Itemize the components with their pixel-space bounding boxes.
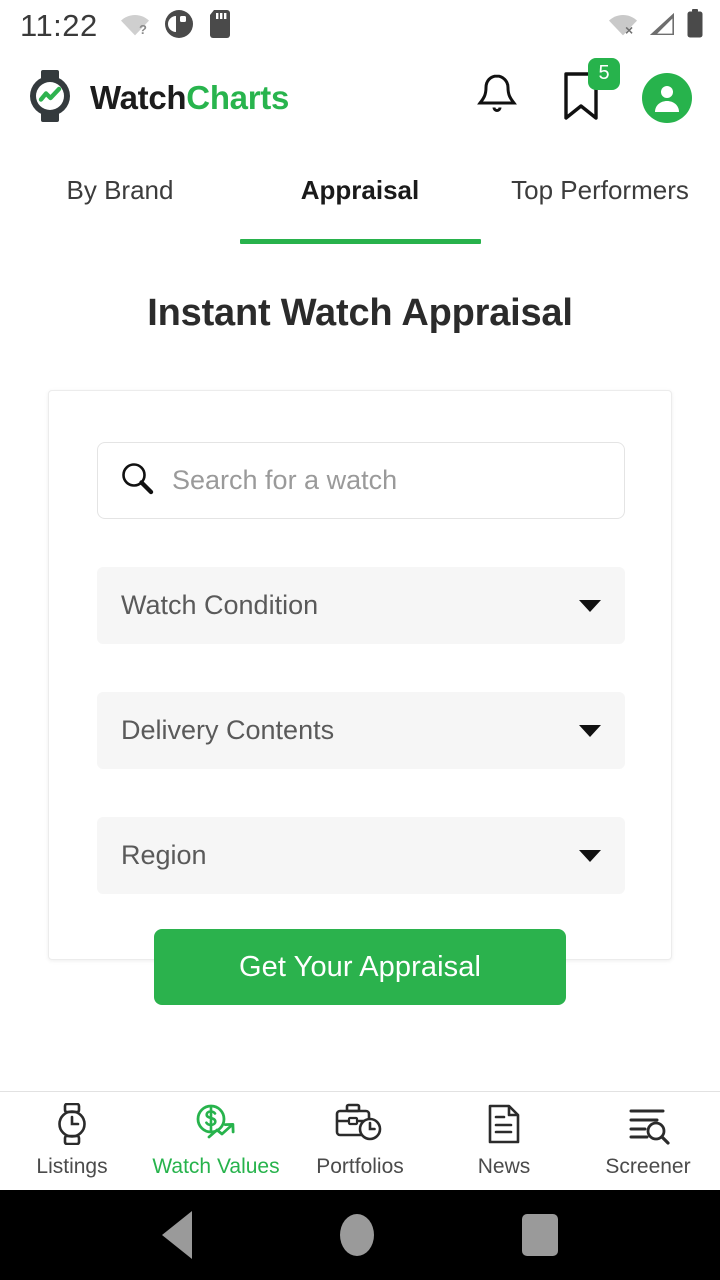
chevron-down-icon — [579, 599, 601, 612]
svg-text:?: ? — [139, 22, 147, 37]
cell-signal-icon — [647, 11, 677, 42]
nav-item-portfolios[interactable]: Portfolios — [288, 1103, 432, 1179]
page-title: Instant Watch Appraisal — [147, 292, 573, 334]
nav-item-screener-label: Screener — [605, 1155, 691, 1178]
bookmarks-button[interactable]: 5 — [560, 57, 620, 127]
brand-logo[interactable]: WatchCharts — [22, 68, 289, 129]
region-select[interactable]: Region — [97, 817, 625, 894]
watch-condition-select[interactable]: Watch Condition — [97, 567, 625, 644]
chevron-down-icon — [579, 849, 601, 862]
list-search-icon — [625, 1103, 671, 1145]
app-screen: 11:22 ? × WatchCharts 5 By Brand Apprais… — [0, 0, 720, 1280]
brand-name: WatchCharts — [90, 79, 289, 117]
svg-text:×: × — [625, 22, 633, 37]
notifications-button[interactable] — [474, 72, 520, 125]
watch-search-field[interactable] — [97, 442, 625, 519]
status-bar-clock: 11:22 — [20, 8, 98, 43]
nav-item-portfolios-label: Portfolios — [316, 1155, 404, 1178]
nav-item-watch-values[interactable]: Watch Values — [144, 1103, 288, 1179]
appraisal-form-card: Watch Condition Delivery Contents Region — [48, 390, 672, 960]
back-triangle-icon[interactable] — [162, 1211, 192, 1259]
app-header: WatchCharts 5 — [0, 52, 720, 144]
bell-icon — [474, 72, 520, 125]
status-bar: 11:22 ? × — [0, 0, 720, 52]
brand-name-watch: Watch — [90, 79, 187, 116]
recents-square-icon[interactable] — [522, 1214, 558, 1256]
section-tabs: By Brand Appraisal Top Performers — [0, 148, 720, 244]
watchcharts-logo-icon — [22, 68, 78, 129]
account-avatar-icon — [642, 73, 692, 123]
status-bar-right-icons: × — [608, 8, 704, 44]
sd-card-icon — [208, 9, 232, 44]
get-appraisal-button[interactable]: Get Your Appraisal — [154, 929, 566, 1005]
tab-by-brand[interactable]: By Brand — [0, 148, 240, 240]
delivery-contents-label: Delivery Contents — [121, 715, 335, 745]
chevron-down-icon — [579, 724, 601, 737]
nav-item-news[interactable]: News — [432, 1103, 576, 1179]
tab-top-performers-label: Top Performers — [511, 174, 689, 205]
briefcase-clock-icon — [334, 1103, 386, 1145]
account-button[interactable] — [642, 73, 692, 123]
region-label: Region — [121, 840, 207, 870]
system-navigation-bar — [0, 1190, 720, 1280]
dollar-trend-icon — [192, 1103, 240, 1145]
nav-item-screener[interactable]: Screener — [576, 1103, 720, 1179]
wifi-question-icon: ? — [120, 11, 150, 42]
bottom-navigation: Listings Watch Values Portfolios News Sc — [0, 1091, 720, 1190]
search-input[interactable] — [172, 465, 602, 496]
search-icon — [120, 461, 154, 500]
battery-icon — [686, 8, 704, 44]
watch-condition-label: Watch Condition — [121, 590, 319, 620]
delivery-contents-select[interactable]: Delivery Contents — [97, 692, 625, 769]
tab-by-brand-label: By Brand — [66, 174, 174, 205]
header-actions: 5 — [474, 57, 698, 127]
bookmarks-badge: 5 — [588, 57, 620, 90]
wifi-off-icon: × — [608, 11, 638, 42]
news-document-icon — [483, 1103, 525, 1145]
tab-top-performers[interactable]: Top Performers — [480, 148, 720, 240]
tab-appraisal[interactable]: Appraisal — [240, 148, 481, 244]
nav-item-listings[interactable]: Listings — [0, 1103, 144, 1179]
circle-half-icon — [164, 9, 194, 44]
tab-appraisal-label: Appraisal — [300, 174, 420, 205]
brand-name-charts: Charts — [186, 79, 290, 116]
nav-item-listings-label: Listings — [36, 1155, 108, 1178]
nav-item-news-label: News — [477, 1155, 531, 1178]
watch-icon — [52, 1103, 92, 1145]
home-circle-icon[interactable] — [340, 1214, 374, 1256]
nav-item-watch-values-label: Watch Values — [152, 1155, 280, 1178]
status-bar-left-icons: ? — [120, 9, 232, 44]
